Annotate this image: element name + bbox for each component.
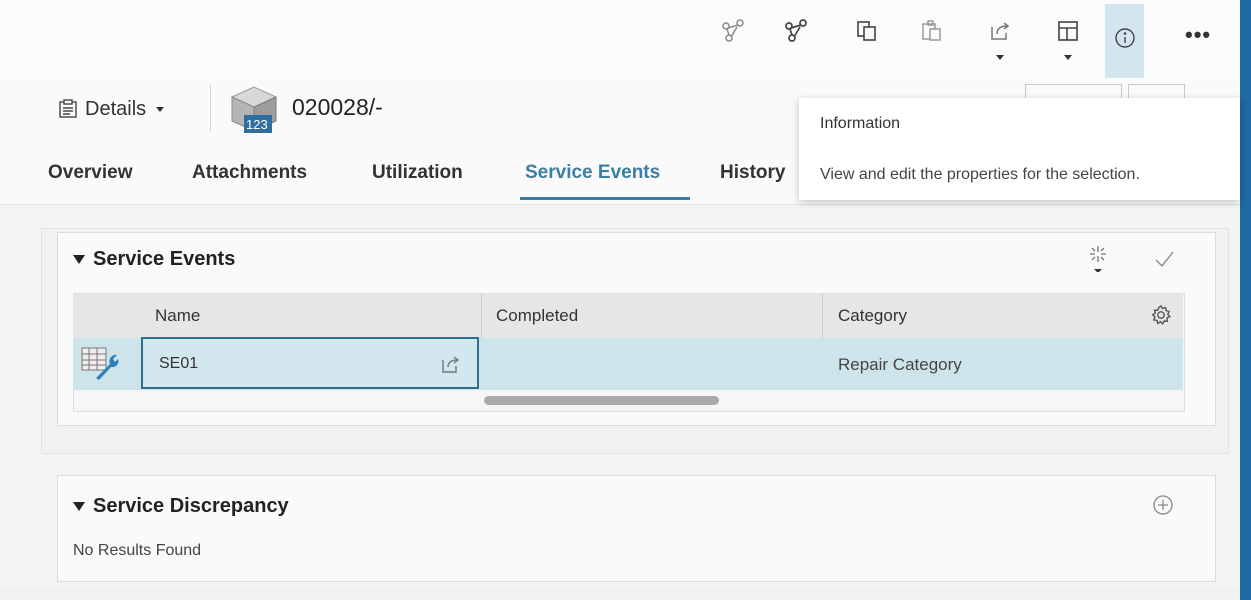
info-icon — [1115, 28, 1135, 48]
cell-name[interactable]: SE01 — [159, 355, 198, 373]
info-button[interactable] — [1105, 4, 1144, 78]
chevron-down-icon — [996, 55, 1004, 60]
branch-icon[interactable] — [716, 18, 750, 60]
service-discrepancy-panel — [57, 475, 1216, 582]
collapse-triangle-icon — [73, 502, 85, 512]
branch-bold-icon[interactable] — [779, 18, 813, 60]
tab-history[interactable]: History — [720, 162, 785, 184]
more-icon[interactable]: ••• — [1185, 22, 1211, 48]
checkmark-icon[interactable] — [1153, 248, 1175, 270]
new-event-button[interactable] — [1087, 244, 1109, 273]
divider — [210, 84, 211, 132]
horizontal-scrollbar[interactable] — [484, 396, 719, 405]
active-tab-indicator — [520, 197, 690, 200]
add-icon[interactable] — [1152, 494, 1174, 516]
right-rail — [1240, 0, 1251, 600]
layout-icon[interactable] — [1051, 18, 1085, 60]
info-tooltip: Information View and edit the properties… — [799, 98, 1240, 200]
tab-utilization[interactable]: Utilization — [372, 162, 463, 184]
grid-header — [73, 294, 1183, 338]
service-discrepancy-title: Service Discrepancy — [93, 495, 289, 517]
tab-service-events[interactable]: Service Events — [525, 162, 660, 184]
column-header-completed[interactable]: Completed — [496, 306, 578, 326]
cell-category[interactable]: Repair Category — [838, 355, 962, 375]
object-type-icon: 123 — [228, 83, 284, 135]
tab-overview[interactable]: Overview — [48, 162, 133, 184]
copy-icon[interactable] — [850, 18, 884, 60]
collapse-triangle-icon — [73, 255, 85, 265]
tooltip-description: View and edit the properties for the sel… — [820, 166, 1140, 183]
service-events-header[interactable]: Service Events — [73, 248, 235, 271]
share-icon[interactable] — [983, 18, 1017, 60]
document-icon — [59, 99, 77, 118]
footer-strip — [0, 586, 1240, 600]
open-share-icon[interactable] — [440, 353, 462, 375]
details-label: Details — [85, 97, 147, 120]
tooltip-title: Information — [820, 115, 901, 132]
sparkle-icon — [1090, 246, 1106, 273]
column-divider[interactable] — [822, 294, 823, 338]
object-badge: 123 — [246, 117, 268, 132]
page-title: 020028/- — [292, 94, 383, 120]
column-header-name[interactable]: Name — [155, 306, 200, 326]
chevron-down-icon — [156, 106, 165, 112]
paste-icon[interactable] — [915, 18, 949, 60]
service-events-title: Service Events — [93, 248, 236, 270]
empty-message: No Results Found — [73, 542, 202, 559]
column-divider[interactable] — [481, 294, 482, 338]
tab-attachments[interactable]: Attachments — [192, 162, 307, 184]
column-header-category[interactable]: Category — [838, 306, 907, 326]
chevron-down-icon — [1064, 55, 1072, 60]
service-event-icon — [80, 344, 122, 382]
service-discrepancy-header[interactable]: Service Discrepancy — [73, 495, 289, 518]
gear-icon[interactable] — [1150, 304, 1172, 326]
details-dropdown[interactable]: Details — [57, 94, 165, 124]
